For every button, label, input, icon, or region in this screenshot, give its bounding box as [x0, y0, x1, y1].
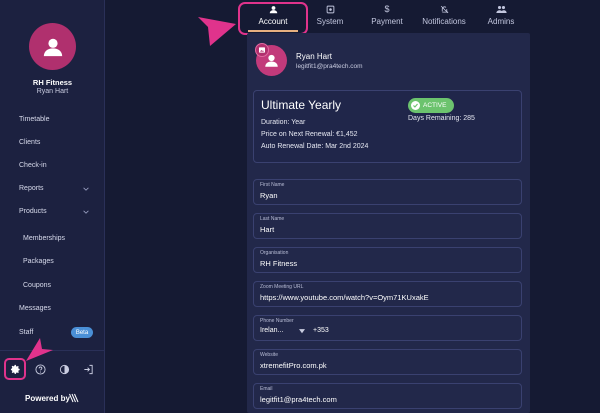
- phone-number-field[interactable]: Phone Number Irelan... +353: [253, 315, 522, 341]
- tab-label: Admins: [487, 17, 515, 26]
- system-icon: [326, 5, 334, 13]
- status-text: ACTIVE: [423, 102, 447, 109]
- help-button[interactable]: [33, 362, 47, 376]
- tab-system[interactable]: System: [301, 0, 359, 33]
- annotation-arrow-account-tab: [198, 17, 236, 46]
- days-remaining: Days Remaining: 285: [408, 115, 475, 122]
- group-icon: [495, 5, 507, 13]
- chevron-down-icon[interactable]: [83, 186, 89, 192]
- annotation-arrow-settings: [26, 338, 53, 361]
- website-field[interactable]: Website xtremefitPro.com.pk: [253, 349, 522, 375]
- person-icon: [269, 5, 277, 13]
- sidebar-item-timetable[interactable]: Timetable: [19, 116, 49, 123]
- logout-icon: [83, 364, 93, 374]
- field-label: Zoom Meeting URL: [260, 284, 304, 290]
- field-value: legitfit1@pra4tech.com: [260, 395, 337, 404]
- last-name-field[interactable]: Last Name Hart: [253, 213, 522, 239]
- field-value: RH Fitness: [260, 259, 298, 268]
- theme-toggle-button[interactable]: [57, 362, 71, 376]
- field-label: Phone Number: [260, 318, 294, 324]
- profile-email: legitfit1@pra4tech.com: [296, 63, 363, 70]
- sidebar-item-memberships[interactable]: Memberships: [23, 235, 65, 242]
- email-field[interactable]: Email legitfit1@pra4tech.com: [253, 383, 522, 409]
- plan-renewal-date: Auto Renewal Date: Mar 2nd 2024: [261, 143, 369, 150]
- tab-admins[interactable]: Admins: [472, 0, 530, 33]
- profile-name: Ryan Hart: [296, 52, 333, 61]
- chevron-down-icon[interactable]: [83, 209, 89, 215]
- check-circle-icon: [411, 101, 420, 110]
- sidebar-item-clients[interactable]: Clients: [19, 139, 40, 146]
- sidebar-item-products[interactable]: Products: [19, 208, 47, 215]
- field-value: Hart: [260, 225, 275, 234]
- sidebar-item-check-in[interactable]: Check-in: [19, 162, 47, 169]
- tab-label: Account: [258, 17, 288, 26]
- active-tab-indicator: [248, 30, 298, 32]
- logout-button[interactable]: [81, 362, 95, 376]
- brand-logo-icon: [69, 393, 79, 403]
- sidebar-item-packages[interactable]: Packages: [23, 258, 54, 265]
- field-value: xtremefitPro.com.pk: [260, 361, 327, 370]
- tab-label: System: [316, 17, 344, 26]
- bell-off-icon: [440, 5, 448, 13]
- powered-by-text: Powered by: [25, 394, 70, 403]
- field-value: https://www.youtube.com/watch?v=Oym71KUx…: [260, 293, 429, 302]
- plan-price: Price on Next Renewal: €1,452: [261, 131, 358, 138]
- field-label: Last Name: [260, 216, 285, 222]
- dial-code: +353: [313, 327, 329, 334]
- status-badge: ACTIVE: [408, 98, 454, 113]
- dollar-icon: $: [384, 4, 390, 14]
- first-name-field[interactable]: First Name Ryan: [253, 179, 522, 205]
- person-icon: [43, 38, 62, 56]
- business-avatar[interactable]: [29, 23, 76, 70]
- organisation-field[interactable]: Organisation RH Fitness: [253, 247, 522, 273]
- field-label: Website: [260, 352, 278, 358]
- tab-label: Payment: [371, 17, 403, 26]
- plan-title: Ultimate Yearly: [261, 98, 342, 112]
- field-label: Organisation: [260, 250, 289, 256]
- tab-notifications[interactable]: Notifications: [415, 0, 473, 33]
- theme-toggle-icon: [59, 364, 69, 374]
- caret-down-icon[interactable]: [299, 329, 305, 334]
- tab-payment[interactable]: $ Payment: [358, 0, 416, 33]
- field-label: Email: [260, 386, 273, 392]
- beta-badge: Beta: [71, 327, 93, 338]
- country-select[interactable]: Irelan...: [260, 327, 283, 334]
- plan-duration: Duration: Year: [261, 119, 306, 126]
- tab-label: Notifications: [422, 17, 466, 26]
- tab-account[interactable]: Account: [244, 0, 302, 33]
- field-label: First Name: [260, 182, 285, 188]
- brand-user-name: Ryan Hart: [36, 88, 69, 95]
- sidebar-item-messages[interactable]: Messages: [19, 305, 51, 312]
- help-icon: [34, 363, 46, 375]
- zoom-url-field[interactable]: Zoom Meeting URL https://www.youtube.com…: [253, 281, 522, 307]
- field-value: Ryan: [260, 191, 278, 200]
- image-edit-icon: [259, 47, 265, 53]
- gear-icon: [10, 364, 20, 374]
- sidebar-item-coupons[interactable]: Coupons: [23, 282, 51, 289]
- sidebar-item-reports[interactable]: Reports: [19, 185, 44, 192]
- brand-name: RH Fitness: [32, 78, 73, 87]
- edit-avatar-button[interactable]: [255, 43, 269, 57]
- settings-button[interactable]: [4, 358, 26, 380]
